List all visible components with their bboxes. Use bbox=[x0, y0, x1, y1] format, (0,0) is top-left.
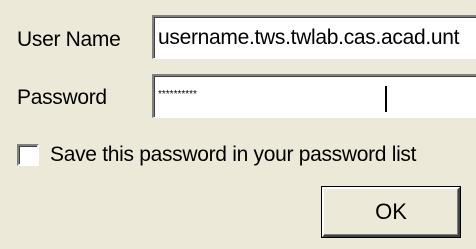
ok-button[interactable]: OK bbox=[322, 187, 460, 237]
save-password-checkbox[interactable] bbox=[17, 144, 39, 166]
save-password-label[interactable]: Save this password in your password list bbox=[50, 143, 416, 167]
password-field-frame[interactable] bbox=[152, 74, 476, 118]
login-dialog: User Name Password Save this password in… bbox=[0, 0, 476, 249]
username-label: User Name bbox=[17, 28, 121, 51]
username-field-frame[interactable] bbox=[152, 15, 476, 59]
text-caret bbox=[385, 86, 387, 112]
password-label: Password bbox=[17, 86, 107, 109]
username-input[interactable] bbox=[158, 23, 476, 53]
password-input[interactable] bbox=[158, 79, 476, 109]
